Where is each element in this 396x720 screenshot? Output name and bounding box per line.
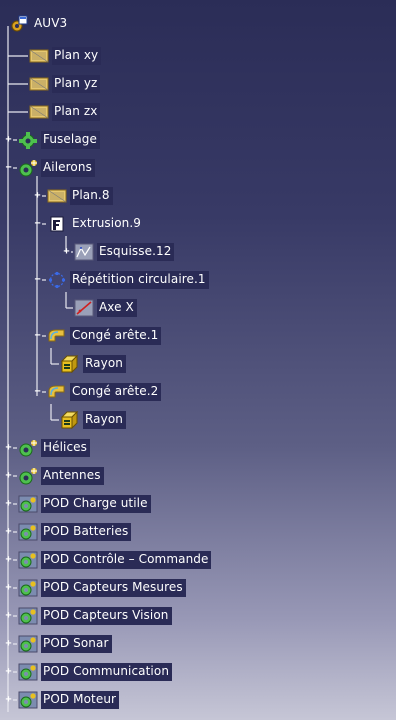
plane-icon — [28, 74, 50, 94]
body-icon — [17, 550, 39, 570]
body-icon — [17, 578, 39, 598]
extrusion-icon — [46, 214, 68, 234]
tree-node-label: Esquisse.12 — [97, 243, 175, 261]
body-icon — [17, 690, 39, 710]
body-icon — [17, 522, 39, 542]
tree-node-label: Rayon — [83, 355, 126, 373]
geometrical-set-new-icon — [17, 438, 39, 458]
geometrical-set-new-icon — [17, 466, 39, 486]
tree-node-label: Ailerons — [41, 159, 95, 177]
tree-node-label: Extrusion.9 — [72, 216, 142, 230]
tree-node-extrusion9[interactable]: Extrusion.9 — [46, 212, 144, 236]
sketch-icon — [73, 242, 95, 262]
tree-node-repetition-circulaire1[interactable]: Répétition circulaire.1 — [46, 268, 209, 292]
axis-icon — [73, 298, 95, 318]
tree-node-label: POD Capteurs Vision — [41, 607, 172, 625]
collapse-ailerons-toggle[interactable]: − — [4, 163, 13, 173]
tree-node-label: Antennes — [41, 467, 104, 485]
expand-pod-capteurs-vision-toggle[interactable]: + — [4, 611, 13, 621]
expand-helices-toggle[interactable]: + — [4, 443, 13, 453]
tree-node-pod-communication[interactable]: POD Communication — [17, 660, 173, 684]
tree-node-ailerons[interactable]: Ailerons — [17, 156, 95, 180]
tree-node-rayon-2[interactable]: Rayon — [59, 408, 126, 432]
tree-node-helices[interactable]: Hélices — [17, 436, 91, 460]
specification-tree: AUV3 Plan xy Plan yz Plan zx + Fuselage … — [0, 0, 396, 720]
edge-fillet-icon — [46, 326, 68, 346]
tree-node-root[interactable]: AUV3 — [8, 12, 70, 36]
expand-pod-moteur-toggle[interactable]: + — [4, 695, 13, 705]
parameter-icon — [59, 410, 81, 430]
part-root-icon — [8, 14, 30, 34]
tree-node-label: Plan yz — [52, 75, 101, 93]
expand-pod-communication-toggle[interactable]: + — [4, 667, 13, 677]
body-icon — [17, 606, 39, 626]
tree-node-label: POD Sonar — [41, 635, 112, 653]
tree-node-axe-x[interactable]: Axe X — [73, 296, 137, 320]
tree-node-conge-arete1[interactable]: Congé arête.1 — [46, 324, 162, 348]
tree-node-pod-moteur[interactable]: POD Moteur — [17, 688, 120, 712]
tree-node-label: Congé arête.2 — [70, 383, 162, 401]
edge-fillet-icon — [46, 382, 68, 402]
tree-node-label: POD Charge utile — [41, 495, 151, 513]
tree-node-pod-batteries[interactable]: POD Batteries — [17, 520, 132, 544]
tree-node-plan8[interactable]: Plan.8 — [46, 184, 113, 208]
tree-node-label: Fuselage — [41, 131, 100, 149]
body-icon — [17, 494, 39, 514]
tree-node-plan-yz[interactable]: Plan yz — [28, 72, 101, 96]
tree-node-label: Hélices — [41, 439, 91, 457]
tree-node-fuselage[interactable]: Fuselage — [17, 128, 100, 152]
tree-node-pod-capteurs-vision[interactable]: POD Capteurs Vision — [17, 604, 172, 628]
tree-node-plan-zx[interactable]: Plan zx — [28, 100, 101, 124]
tree-node-label: Plan zx — [52, 103, 101, 121]
parameter-icon — [59, 354, 81, 374]
tree-node-label: Plan xy — [52, 47, 102, 65]
expand-pod-capteurs-mesures-toggle[interactable]: + — [4, 583, 13, 593]
tree-node-esquisse12[interactable]: Esquisse.12 — [73, 240, 175, 264]
expand-plan8-toggle[interactable]: + — [33, 191, 42, 201]
body-icon — [17, 634, 39, 654]
body-icon — [17, 662, 39, 682]
expand-pod-sonar-toggle[interactable]: + — [4, 639, 13, 649]
expand-pod-charge-utile-toggle[interactable]: + — [4, 499, 13, 509]
tree-node-label: Rayon — [83, 411, 126, 429]
tree-node-rayon-1[interactable]: Rayon — [59, 352, 126, 376]
expand-esquisse12-toggle[interactable]: + — [62, 247, 71, 257]
tree-node-label: Axe X — [97, 299, 137, 317]
tree-node-label: POD Capteurs Mesures — [41, 579, 186, 597]
tree-node-label: POD Batteries — [41, 523, 132, 541]
expand-antennes-toggle[interactable]: + — [4, 471, 13, 481]
collapse-repetition-toggle[interactable]: − — [33, 275, 42, 285]
tree-node-label: POD Moteur — [41, 691, 120, 709]
tree-node-plan-xy[interactable]: Plan xy — [28, 44, 102, 68]
tree-node-pod-capteurs-mesures[interactable]: POD Capteurs Mesures — [17, 576, 186, 600]
plane-icon — [28, 102, 50, 122]
tree-node-conge-arete2[interactable]: Congé arête.2 — [46, 380, 162, 404]
tree-node-label: Répétition circulaire.1 — [70, 271, 209, 289]
geometrical-set-new-icon — [17, 158, 39, 178]
tree-node-label: POD Communication — [41, 663, 173, 681]
tree-node-label: Plan.8 — [70, 187, 113, 205]
tree-node-antennes[interactable]: Antennes — [17, 464, 104, 488]
expand-pod-batteries-toggle[interactable]: + — [4, 527, 13, 537]
expand-pod-controle-commande-toggle[interactable]: + — [4, 555, 13, 565]
tree-node-pod-charge-utile[interactable]: POD Charge utile — [17, 492, 151, 516]
tree-node-pod-controle-commande[interactable]: POD Contrôle – Commande — [17, 548, 212, 572]
circular-pattern-icon — [46, 270, 68, 290]
tree-node-label: Congé arête.1 — [70, 327, 162, 345]
collapse-conge1-toggle[interactable]: − — [33, 331, 42, 341]
collapse-extrusion9-toggle[interactable]: − — [33, 219, 42, 229]
tree-node-label: AUV3 — [34, 16, 68, 30]
expand-fuselage-toggle[interactable]: + — [4, 135, 13, 145]
tree-node-pod-sonar[interactable]: POD Sonar — [17, 632, 112, 656]
plane-icon — [28, 46, 50, 66]
collapse-conge2-toggle[interactable]: − — [33, 387, 42, 397]
plane-icon — [46, 186, 68, 206]
tree-node-label: POD Contrôle – Commande — [41, 551, 212, 569]
geometrical-set-icon — [17, 130, 39, 150]
